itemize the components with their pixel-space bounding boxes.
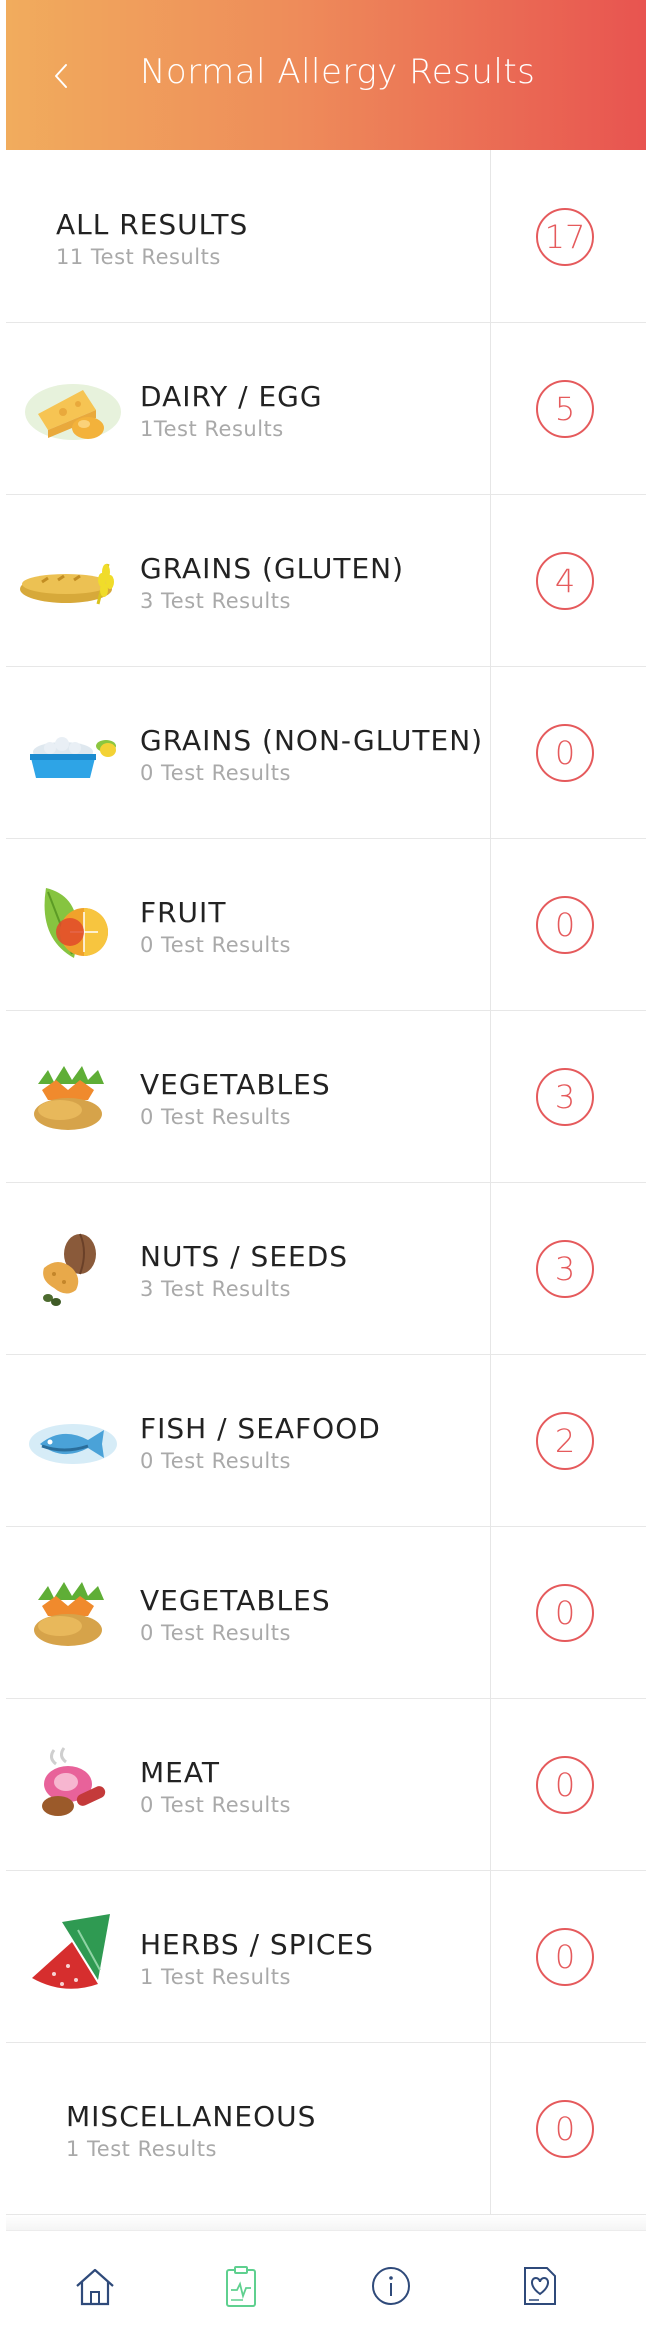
result-row-fish-seafood[interactable]: FISH / SEAFOOD 0 Test Results 2 [6,1354,646,1527]
vegetables-icon [34,1582,104,1646]
result-row-vegetables-1[interactable]: VEGETABLES 0 Test Results 3 [6,1010,646,1183]
count-badge: 17 [536,208,594,266]
count-badge: 2 [536,1412,594,1470]
result-row-all-results[interactable]: ALL RESULTS 11 Test Results 17 [6,150,646,323]
row-subtitle: 0 Test Results [140,1449,291,1473]
tab-results[interactable] [216,2261,266,2311]
row-subtitle: 1Test Results [140,417,284,441]
fruit-icon [44,888,108,958]
health-document-icon [524,2267,556,2305]
row-label: VEGETABLES [140,1068,331,1101]
cheese-egg-icon [25,384,121,440]
header-bar: Normal Allergy Results [6,0,646,150]
rice-bowl-icon [30,737,116,778]
result-row-fruit[interactable]: FRUIT 0 Test Results 0 [6,838,646,1011]
count-badge: 3 [536,1240,594,1298]
row-subtitle: 0 Test Results [140,1793,291,1817]
chevron-left-icon [55,64,67,88]
result-row-meat[interactable]: MEAT 0 Test Results 0 [6,1698,646,1871]
row-subtitle: 3 Test Results [140,589,291,613]
row-label: GRAINS (GLUTEN) [140,552,405,585]
row-label: NUTS / SEEDS [140,1240,349,1273]
row-subtitle: 0 Test Results [140,1621,291,1645]
clipboard-icon [226,2266,256,2307]
row-label: HERBS / SPICES [140,1928,374,1961]
row-subtitle: 1 Test Results [140,1965,291,1989]
count-badge: 0 [536,2100,594,2158]
back-button[interactable] [46,56,76,96]
row-subtitle: 0 Test Results [140,1105,291,1129]
row-label: VEGETABLES [140,1584,331,1617]
nuts-icon [43,1233,96,1306]
vegetables-icon [34,1066,104,1130]
result-row-miscellaneous[interactable]: MISCELLANEOUS 1 Test Results 0 [6,2042,646,2215]
row-label: ALL RESULTS [56,208,249,241]
row-label: DAIRY / EGG [140,380,323,413]
count-badge: 0 [536,896,594,954]
result-row-grains-non-gluten[interactable]: GRAINS (NON-GLUTEN) 0 Test Results 0 [6,666,646,839]
row-subtitle: 1 Test Results [66,2137,217,2161]
row-label: MEAT [140,1756,220,1789]
row-subtitle: 3 Test Results [140,1277,291,1301]
count-badge: 0 [536,1928,594,1986]
column-divider [490,150,491,2230]
screen: Normal Allergy Results ALL RESULTS 11 Te… [6,0,646,2350]
fish-icon [29,1424,117,1464]
home-icon [76,2268,114,2306]
row-subtitle: 11 Test Results [56,245,221,269]
row-label: FRUIT [140,896,227,929]
meat-icon [42,1747,106,1816]
count-badge: 3 [536,1068,594,1126]
count-badge: 0 [536,1756,594,1814]
row-subtitle: 0 Test Results [140,761,291,785]
result-row-vegetables-2[interactable]: VEGETABLES 0 Test Results 0 [6,1526,646,1699]
count-badge: 5 [536,380,594,438]
herbs-spices-icon [32,1914,110,1989]
bread-wheat-icon [20,563,114,605]
info-icon [372,2267,410,2305]
page-title: Normal Allergy Results [140,52,536,92]
tab-home[interactable] [70,2261,120,2311]
result-row-dairy-egg[interactable]: DAIRY / EGG 1Test Results 5 [6,322,646,495]
count-badge: 4 [536,552,594,610]
count-badge: 0 [536,1584,594,1642]
result-row-nuts-seeds[interactable]: NUTS / SEEDS 3 Test Results 3 [6,1182,646,1355]
row-label: FISH / SEAFOOD [140,1412,381,1445]
row-subtitle: 0 Test Results [140,933,291,957]
row-label: GRAINS (NON-GLUTEN) [140,724,484,757]
bottom-tab-bar [6,2230,646,2350]
row-label: MISCELLANEOUS [66,2100,317,2133]
result-row-grains-gluten[interactable]: GRAINS (GLUTEN) 3 Test Results 4 [6,494,646,667]
tab-health[interactable] [514,2261,564,2311]
count-badge: 0 [536,724,594,782]
result-row-herbs-spices[interactable]: HERBS / SPICES 1 Test Results 0 [6,1870,646,2043]
tab-info[interactable] [366,2261,416,2311]
